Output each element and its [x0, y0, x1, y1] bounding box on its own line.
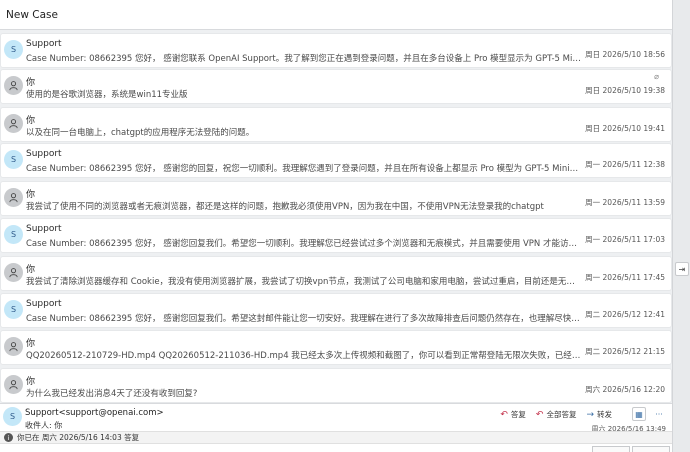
message-item[interactable]: 你使用的是谷歌浏览器，系统是win11专业版 周日 2026/5/10 19:38… — [0, 69, 672, 104]
message-time: 周一 2026/5/11 12:38 — [585, 160, 665, 169]
info-icon: i — [4, 433, 13, 442]
bottom-toolbar — [0, 446, 672, 452]
support-avatar: S — [4, 225, 23, 244]
reply-all-icon: ↶ — [535, 409, 544, 420]
reading-pane: S Support<support@openai.com> 收件人: 你 ↶ 答复… — [0, 403, 672, 452]
attachment-icon: ⌀ — [654, 72, 659, 81]
forward-button[interactable]: → 转发 — [586, 409, 612, 420]
message-time: 周二 2026/5/12 21:15 — [585, 347, 665, 356]
message-time: 周二 2026/5/12 12:41 — [585, 310, 665, 319]
recipient-line: 收件人: 你 — [25, 421, 63, 430]
message-time: 周一 2026/5/11 13:59 — [585, 198, 665, 207]
user-avatar-icon — [4, 114, 23, 133]
user-avatar-icon — [4, 337, 23, 356]
message-time: 周六 2026/5/16 12:20 — [585, 385, 665, 394]
message-time: 周日 2026/5/10 18:56 — [585, 50, 665, 59]
reading-extra-tools: ▦ ··· — [632, 407, 666, 421]
message-sender: 你 — [26, 190, 36, 200]
message-preview: Case Number: 08662395 您好， 感谢您的回复，祝您一切顺利。… — [26, 164, 581, 174]
forward-icon: → — [586, 409, 594, 420]
message-preview: Case Number: 08662395 您好， 感谢您回复我们。希望这封邮件… — [26, 314, 581, 324]
message-item[interactable]: S Support Case Number: 08662395 您好， 感谢您的回复… — [0, 143, 672, 178]
message-time: 周一 2026/5/11 17:45 — [585, 273, 665, 282]
message-preview: 以及在同一台电脑上，chatgpt的应用程序无法登陆的问题。 — [26, 128, 255, 138]
reply-info-text: 你已在 周六 2026/5/16 14:03 答复 — [17, 433, 140, 442]
more-icon[interactable]: ··· — [652, 407, 666, 421]
case-title: New Case — [6, 8, 58, 21]
message-item[interactable]: 你 QQ20260512-210729-HD.mp4 QQ20260512-211… — [0, 330, 672, 365]
message-item[interactable]: 你我尝试了使用不同的浏览器或者无痕浏览器，都还是这样的问题，抱歉我必须使用VPN… — [0, 181, 672, 216]
case-header: New Case — [0, 0, 672, 30]
message-sender: Support — [26, 39, 62, 49]
grid-icon[interactable]: ▦ — [632, 407, 646, 421]
sender-avatar: S — [3, 407, 22, 426]
message-item[interactable]: 你为什么我已经发出消息4天了还没有收到回复? 周六 2026/5/16 12:20 — [0, 368, 672, 403]
user-avatar-icon — [4, 76, 23, 95]
message-sender: 你 — [26, 116, 36, 126]
message-preview: QQ20260512-210729-HD.mp4 QQ20260512-2110… — [26, 351, 581, 361]
message-preview: 我尝试了清除浏览器缓存和 Cookie，我没有使用浏览器扩展，我尝试了切换vpn… — [26, 277, 581, 287]
message-sender: 你 — [26, 78, 36, 88]
message-sender: Support — [26, 149, 62, 159]
support-avatar: S — [4, 300, 23, 319]
message-sender: 你 — [26, 377, 36, 387]
message-actions: ↶ 答复 ↶ 全部答复 → 转发 — [500, 409, 612, 420]
message-sender: Support — [26, 299, 62, 309]
support-avatar: S — [4, 40, 23, 59]
message-preview: 我尝试了使用不同的浏览器或者无痕浏览器，都还是这样的问题，抱歉我必须使用VPN，… — [26, 202, 544, 212]
message-preview: Case Number: 08662395 您好， 感谢您回复我们。希望您一切顺… — [26, 239, 581, 249]
message-time: 周日 2026/5/10 19:38 — [585, 86, 665, 95]
message-item[interactable]: S Support Case Number: 08662395 您好， 感谢您回复我… — [0, 218, 672, 253]
support-avatar: S — [4, 150, 23, 169]
expand-panel-icon[interactable]: ⇥ — [675, 262, 689, 276]
message-item[interactable]: 你以及在同一台电脑上，chatgpt的应用程序无法登陆的问题。 周日 2026/5… — [0, 107, 672, 142]
message-item[interactable]: 你我尝试了清除浏览器缓存和 Cookie，我没有使用浏览器扩展，我尝试了切换vp… — [0, 256, 672, 291]
reply-all-button[interactable]: ↶ 全部答复 — [536, 409, 577, 420]
toolbar-button[interactable] — [632, 446, 670, 452]
message-sender: 你 — [26, 339, 36, 349]
message-time: 周日 2026/5/10 19:41 — [585, 124, 665, 133]
message-preview: Case Number: 08662395 您好， 感谢您联系 OpenAI S… — [26, 54, 581, 64]
message-time: 周一 2026/5/11 17:03 — [585, 235, 665, 244]
user-avatar-icon — [4, 188, 23, 207]
message-sender: Support — [26, 224, 62, 234]
toolbar-button[interactable] — [592, 446, 630, 452]
user-avatar-icon — [4, 375, 23, 394]
reply-info-banner: i 你已在 周六 2026/5/16 14:03 答复 — [0, 431, 672, 444]
reply-button[interactable]: ↶ 答复 — [500, 409, 526, 420]
right-panel-edge: ⇥ — [672, 0, 690, 452]
sender-address: Support<support@openai.com> — [25, 408, 164, 418]
reply-icon: ↶ — [500, 409, 508, 420]
message-item[interactable]: S Support Case Number: 08662395 您好， 感谢您回复我… — [0, 293, 672, 328]
user-avatar-icon — [4, 263, 23, 282]
message-preview: 为什么我已经发出消息4天了还没有收到回复? — [26, 389, 198, 399]
message-item[interactable]: S Support Case Number: 08662395 您好， 感谢您联系 … — [0, 33, 672, 68]
message-preview: 使用的是谷歌浏览器，系统是win11专业版 — [26, 90, 188, 100]
message-sender: 你 — [26, 265, 36, 275]
